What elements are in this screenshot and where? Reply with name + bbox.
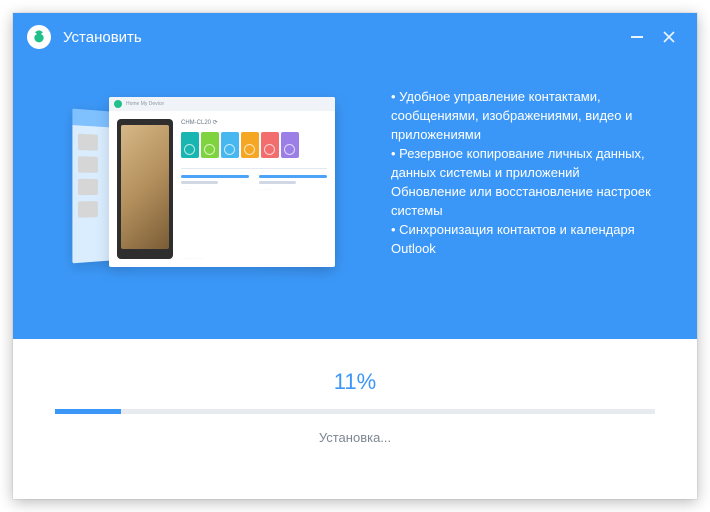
- progress-bar: [55, 409, 655, 414]
- illustration-appbar-label: Home My Device: [126, 101, 164, 107]
- minimize-button[interactable]: [623, 23, 651, 51]
- feature-item: • Удобное управление контактами, сообщен…: [391, 87, 671, 144]
- status-text: Установка...: [319, 430, 391, 445]
- feature-item: Обновление или восстановление настроек с…: [391, 182, 671, 220]
- feature-item: • Синхронизация контактов и календаря Ou…: [391, 220, 671, 258]
- illustration-card-front: Home My Device CHM-CL20 ⟳: [109, 97, 335, 267]
- progress-percent: 11%: [334, 369, 376, 395]
- installer-window: Установить Home My Device: [13, 13, 697, 499]
- progress-bar-fill: [55, 409, 121, 414]
- hero-panel: Установить Home My Device: [13, 13, 697, 339]
- app-icon: [27, 25, 51, 49]
- window-title: Установить: [63, 29, 142, 46]
- phone-icon: [117, 119, 173, 259]
- titlebar: Установить: [13, 13, 697, 61]
- hero-content: Home My Device CHM-CL20 ⟳: [13, 83, 697, 293]
- feature-item: • Резервное копирование личных данных, д…: [391, 144, 671, 182]
- close-button[interactable]: [655, 23, 683, 51]
- product-illustration: Home My Device CHM-CL20 ⟳: [23, 83, 383, 293]
- feature-list: • Удобное управление контактами, сообщен…: [383, 83, 671, 293]
- progress-panel: 11% Установка...: [13, 339, 697, 499]
- illustration-model-name: CHM-CL20 ⟳: [181, 119, 327, 126]
